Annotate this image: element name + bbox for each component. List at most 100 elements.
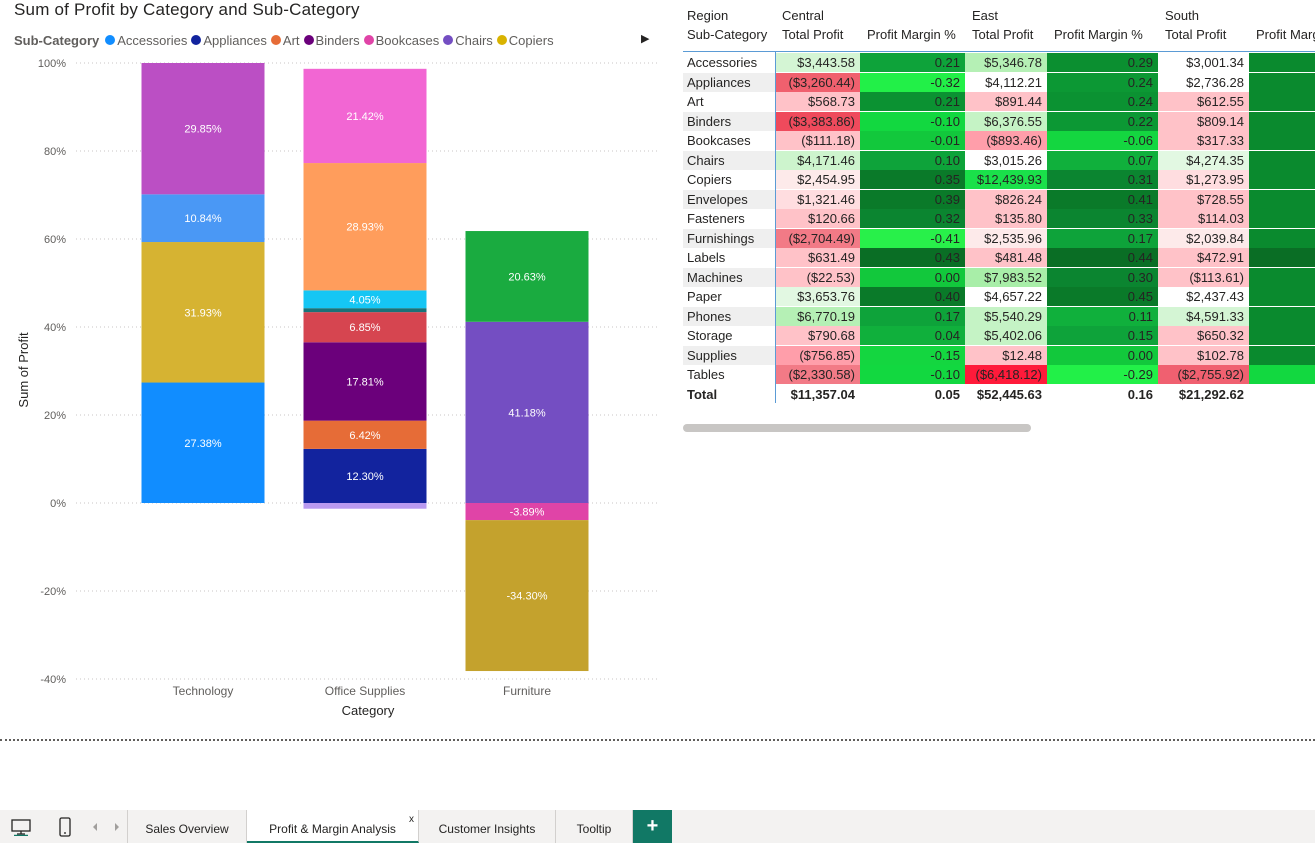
matrix-cell[interactable]: 0.43 [860,248,965,267]
matrix-row-header-subcategory[interactable]: Sub-Category [687,27,767,42]
matrix-cell[interactable]: -0.29 [1047,365,1158,384]
matrix-cell[interactable]: ($113.61) [1158,267,1249,287]
matrix-cell[interactable]: $3,001.34 [1158,53,1249,72]
tab-sales-overview[interactable]: Sales Overview [127,810,247,843]
row-label[interactable]: Chairs [683,150,775,170]
matrix-region-header[interactable]: South [1165,8,1199,23]
row-label[interactable]: Labels [683,248,775,267]
row-label[interactable]: Storage [683,326,775,345]
legend-next-arrow-icon[interactable]: ▶ [641,32,649,45]
matrix-cell[interactable]: 0.11 [1047,306,1158,326]
row-label[interactable]: Copiers [683,170,775,189]
matrix-cell[interactable]: $1,273.95 [1158,170,1249,189]
matrix-cell[interactable]: $472.91 [1158,248,1249,267]
matrix-cell[interactable]: $3,443.58 [775,53,860,72]
matrix-cell[interactable]: $891.44 [965,92,1047,111]
row-label[interactable]: Phones [683,306,775,326]
matrix-cell[interactable]: 0.17 [1047,228,1158,248]
matrix-cell[interactable]: $2,039.84 [1158,228,1249,248]
matrix-cell[interactable]: ($2,330.58) [775,365,860,384]
row-label[interactable]: Art [683,92,775,111]
matrix-cell[interactable]: 0.00 [1047,345,1158,365]
matrix-cell[interactable]: $826.24 [965,189,1047,209]
matrix-cell[interactable]: $4,274.35 [1158,150,1249,170]
row-label[interactable]: Supplies [683,345,775,365]
matrix-cell[interactable] [1249,267,1315,287]
row-label[interactable]: Fasteners [683,209,775,228]
matrix-cell[interactable]: 0.10 [860,150,965,170]
matrix-cell[interactable]: $6,376.55 [965,111,1047,131]
matrix-cell[interactable]: 0.07 [1047,150,1158,170]
matrix-cell[interactable]: $2,454.95 [775,170,860,189]
matrix-measure-header[interactable]: Profit Margi [1256,27,1315,42]
matrix-cell[interactable] [1249,150,1315,170]
matrix-cell[interactable]: $12,439.93 [965,170,1047,189]
matrix-cell[interactable]: -0.41 [860,228,965,248]
matrix-cell[interactable]: ($893.46) [965,131,1047,150]
matrix-cell[interactable]: -0.10 [860,111,965,131]
matrix-cell[interactable]: $2,736.28 [1158,72,1249,92]
row-label[interactable]: Paper [683,287,775,306]
matrix-cell[interactable]: $102.78 [1158,345,1249,365]
matrix-cell[interactable]: $135.80 [965,209,1047,228]
matrix-measure-header[interactable]: Profit Margin % [867,27,956,42]
mobile-view-icon[interactable] [52,810,78,843]
matrix-cell[interactable]: $317.33 [1158,131,1249,150]
matrix-cell[interactable]: $568.73 [775,92,860,111]
matrix-cell[interactable]: ($3,260.44) [775,72,860,92]
matrix-cell[interactable]: 0.40 [860,287,965,306]
matrix-cell[interactable]: 0.33 [1047,209,1158,228]
row-label[interactable]: Binders [683,111,775,131]
legend-item-art[interactable]: Art [270,33,300,48]
matrix-region-header[interactable]: East [972,8,998,23]
matrix-region-header[interactable]: Central [782,8,824,23]
matrix-cell[interactable]: 0.30 [1047,267,1158,287]
legend-item-copiers[interactable]: Copiers [496,33,554,48]
matrix-cell[interactable] [1249,209,1315,228]
matrix-cell[interactable]: ($2,755.92) [1158,365,1249,384]
matrix-cell[interactable]: $612.55 [1158,92,1249,111]
matrix-cell[interactable]: -0.10 [860,365,965,384]
matrix-cell[interactable]: $3,653.76 [775,287,860,306]
row-label[interactable]: Machines [683,267,775,287]
legend-item-appliances[interactable]: Appliances [191,33,267,48]
close-tab-icon[interactable]: x [409,814,414,825]
matrix-cell[interactable]: $7,983.52 [965,267,1047,287]
matrix-cell[interactable]: $2,535.96 [965,228,1047,248]
matrix-cell[interactable]: 0.04 [860,326,965,345]
matrix-measure-header[interactable]: Total Profit [782,27,843,42]
desktop-view-icon[interactable] [6,810,36,843]
legend-item-bookcases[interactable]: Bookcases [363,33,439,48]
matrix-cell[interactable]: 0.17 [860,306,965,326]
matrix-cell[interactable]: -0.15 [860,345,965,365]
row-label[interactable]: Bookcases [683,131,775,150]
matrix-cell[interactable]: $4,591.33 [1158,306,1249,326]
matrix-cell[interactable] [1249,228,1315,248]
matrix-cell[interactable]: $728.55 [1158,189,1249,209]
matrix-cell[interactable] [1249,131,1315,150]
matrix-measure-header[interactable]: Total Profit [972,27,1033,42]
matrix-cell[interactable]: $5,402.06 [965,326,1047,345]
add-page-button[interactable]: + [633,810,672,843]
matrix-cell[interactable] [1249,287,1315,306]
matrix-cell[interactable]: $481.48 [965,248,1047,267]
matrix-cell[interactable]: 0.31 [1047,170,1158,189]
matrix-cell[interactable]: ($22.53) [775,267,860,287]
matrix-cell[interactable] [1249,326,1315,345]
matrix-cell[interactable]: $3,015.26 [965,150,1047,170]
scroll-right-icon[interactable] [110,810,124,843]
matrix-cell[interactable] [1249,170,1315,189]
matrix-cell[interactable] [1249,345,1315,365]
matrix-cell[interactable] [1249,365,1315,384]
matrix-cell[interactable]: 0.41 [1047,189,1158,209]
matrix-cell[interactable] [1249,92,1315,111]
matrix-cell[interactable]: 0.45 [1047,287,1158,306]
row-label[interactable]: Tables [683,365,775,384]
matrix-cell[interactable]: 0.29 [1047,53,1158,72]
matrix-cell[interactable]: 0.15 [1047,326,1158,345]
matrix-cell[interactable]: $2,437.43 [1158,287,1249,306]
legend-item-chairs[interactable]: Chairs [443,33,493,48]
matrix-cell[interactable] [1249,111,1315,131]
matrix-cell[interactable]: 0.00 [860,267,965,287]
matrix-cell[interactable]: $5,540.29 [965,306,1047,326]
